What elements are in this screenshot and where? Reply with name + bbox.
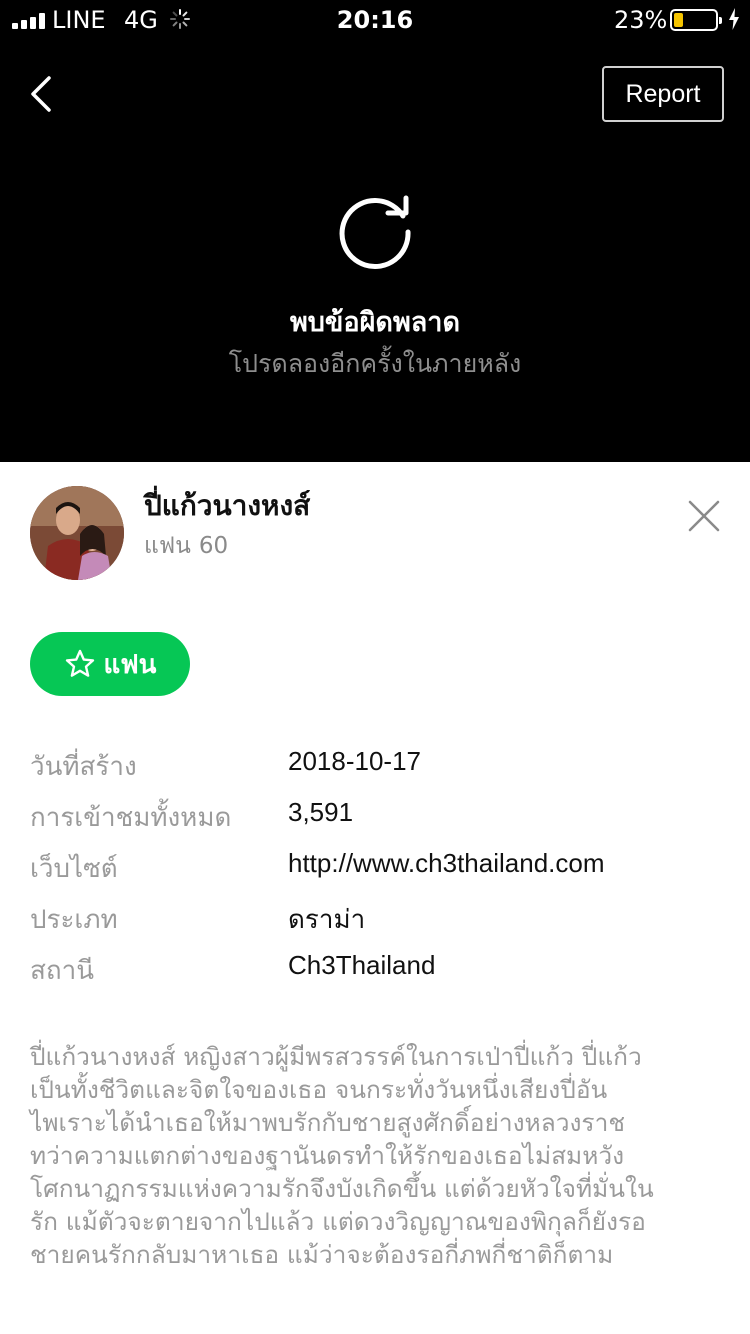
info-value: 3,591 <box>288 797 354 827</box>
website-link[interactable]: http://www.ch3thailand.com <box>288 848 605 879</box>
info-row-total-views: การเข้าชมทั้งหมด 3,591 <box>30 797 720 841</box>
channel-avatar[interactable] <box>30 486 124 580</box>
fan-count-label: แฟน <box>144 533 191 559</box>
video-player: LINE 4G 20:16 23% Report พบข้อผิดพลาด โป… <box>0 0 750 462</box>
fan-button[interactable]: แฟน <box>30 632 190 696</box>
status-bar: LINE 4G 20:16 23% <box>0 0 750 42</box>
description-line: ชายคนรักกลับมาหาเธอ แม้ว่าจะต้องรอกี่ภพก… <box>30 1240 614 1269</box>
info-row-website: เว็บไซต์ http://www.ch3thailand.com <box>30 848 720 892</box>
avatar-image <box>30 486 124 580</box>
info-label: การเข้าชมทั้งหมด <box>30 803 232 833</box>
description-line: โศกนาฏกรรมแห่งความรักจึงบังเกิดขึ้น แต่ด… <box>30 1174 654 1203</box>
description-line: เป็นทั้งชีวิตและจิตใจของเธอ จนกระทั่งวัน… <box>30 1075 608 1104</box>
channel-name: ปี่แก้วนางหงส์ <box>144 489 311 522</box>
info-label: วันที่สร้าง <box>30 752 137 782</box>
description-line: ไพเราะได้นำเธอให้มาพบรักกับชายสูงศักดิ์อ… <box>30 1108 625 1137</box>
back-icon[interactable] <box>22 72 62 116</box>
info-value: Ch3Thailand <box>288 950 436 980</box>
description-line: ปี่แก้วนางหงส์ หญิงสาวผู้มีพรสวรรค์ในการ… <box>30 1042 642 1071</box>
info-label: ประเภท <box>30 905 118 935</box>
error-title: พบข้อผิดพลาด <box>289 307 460 338</box>
star-outline-icon <box>65 649 94 677</box>
info-label: สถานี <box>30 956 94 986</box>
battery-level <box>674 13 684 27</box>
fan-count: แฟน 60 <box>144 528 236 564</box>
info-row-created-date: วันที่สร้าง 2018-10-17 <box>30 746 720 790</box>
fan-count-value: 60 <box>198 533 229 559</box>
description-line: รัก แม้ตัวจะตายจากไปแล้ว แต่ดวงวิญญาณของ… <box>30 1207 646 1236</box>
info-row-station: สถานี Ch3Thailand <box>30 950 720 994</box>
info-value: 2018-10-17 <box>288 746 421 776</box>
info-label: เว็บไซต์ <box>30 854 118 884</box>
reload-icon[interactable] <box>336 192 416 272</box>
report-button[interactable]: Report <box>602 66 724 122</box>
info-row-category: ประเภท ดราม่า <box>30 899 720 943</box>
error-subtitle: โปรดลองอีกครั้งในภายหลัง <box>228 349 522 378</box>
close-icon[interactable] <box>686 498 722 534</box>
fan-button-label: แฟน <box>103 649 157 680</box>
channel-description: ปี่แก้วนางหงส์ หญิงสาวผู้มีพรสวรรค์ในการ… <box>30 1040 720 1271</box>
battery-icon <box>670 9 722 31</box>
info-value: ดราม่า <box>288 904 366 934</box>
description-line: ทว่าความแตกต่างของฐานันดรทำให้รักของเธอไ… <box>30 1141 625 1170</box>
battery-percent: 23% <box>614 6 668 34</box>
charging-bolt-icon <box>729 8 739 30</box>
